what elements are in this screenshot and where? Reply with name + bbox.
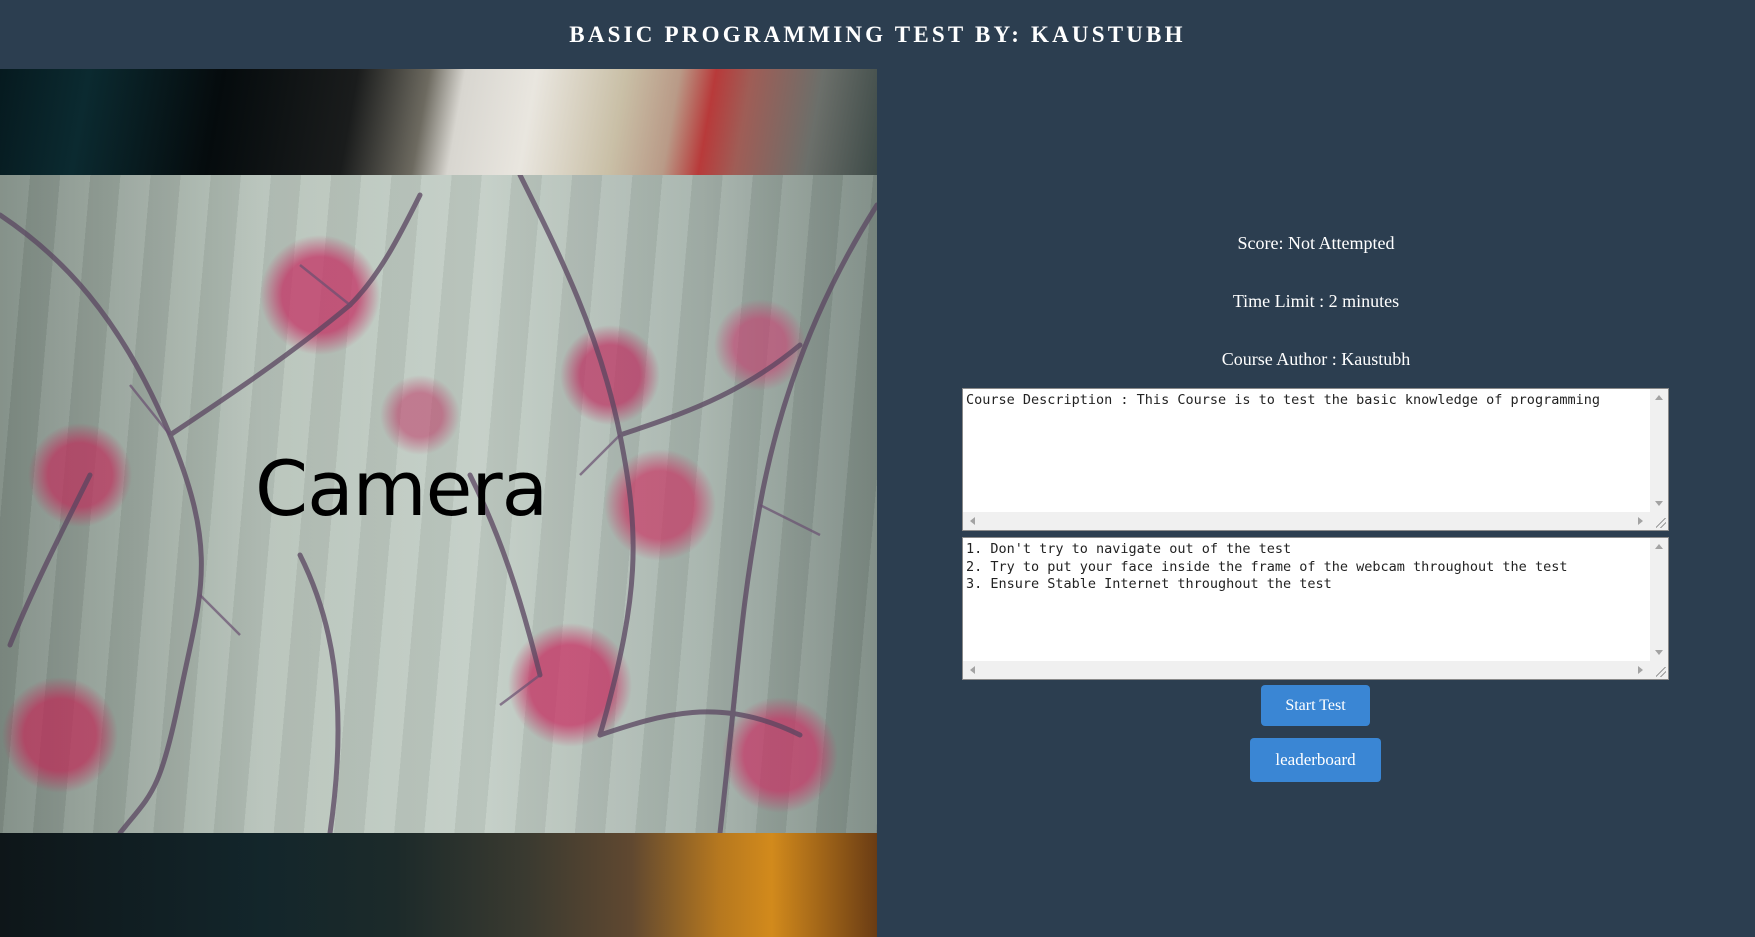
resize-grip-icon [1656,667,1666,677]
horizontal-scrollbar[interactable] [963,661,1650,679]
scroll-right-icon[interactable] [1638,517,1643,525]
page-header: BASIC PROGRAMMING TEST BY: KAUSTUBH [0,0,1755,69]
scroll-down-icon[interactable] [1655,650,1663,655]
vertical-scrollbar[interactable] [1650,389,1668,512]
resize-handle[interactable] [1650,512,1668,530]
page-title: BASIC PROGRAMMING TEST BY: KAUSTUBH [569,21,1186,47]
scroll-up-icon[interactable] [1655,395,1663,400]
resize-grip-icon [1656,518,1666,528]
webcam-image-bottom [0,833,877,937]
leaderboard-button[interactable]: leaderboard [1250,738,1381,782]
camera-label: Camera [255,444,548,533]
scroll-right-icon[interactable] [1638,666,1643,674]
score-text: Score: Not Attempted [1237,233,1395,253]
horizontal-scrollbar[interactable] [963,512,1650,530]
scroll-down-icon[interactable] [1655,501,1663,506]
course-description-textarea[interactable]: Course Description : This Course is to t… [962,388,1669,531]
webcam-image-top [0,69,877,175]
scroll-left-icon[interactable] [970,666,975,674]
vertical-scrollbar[interactable] [1650,538,1668,661]
course-author-text: Course Author : Kaustubh [1221,349,1411,369]
start-test-button[interactable]: Start Test [1261,685,1370,726]
test-rules-textarea[interactable]: 1. Don't try to navigate out of the test… [962,537,1669,680]
webcam-feed: Camera [0,69,877,937]
test-rules-text: 1. Don't try to navigate out of the test… [966,541,1568,592]
resize-handle[interactable] [1650,661,1668,679]
scroll-up-icon[interactable] [1655,544,1663,549]
course-description-text: Course Description : This Course is to t… [966,392,1600,408]
time-limit-text: Time Limit : 2 minutes [1232,291,1400,311]
scroll-left-icon[interactable] [970,517,975,525]
